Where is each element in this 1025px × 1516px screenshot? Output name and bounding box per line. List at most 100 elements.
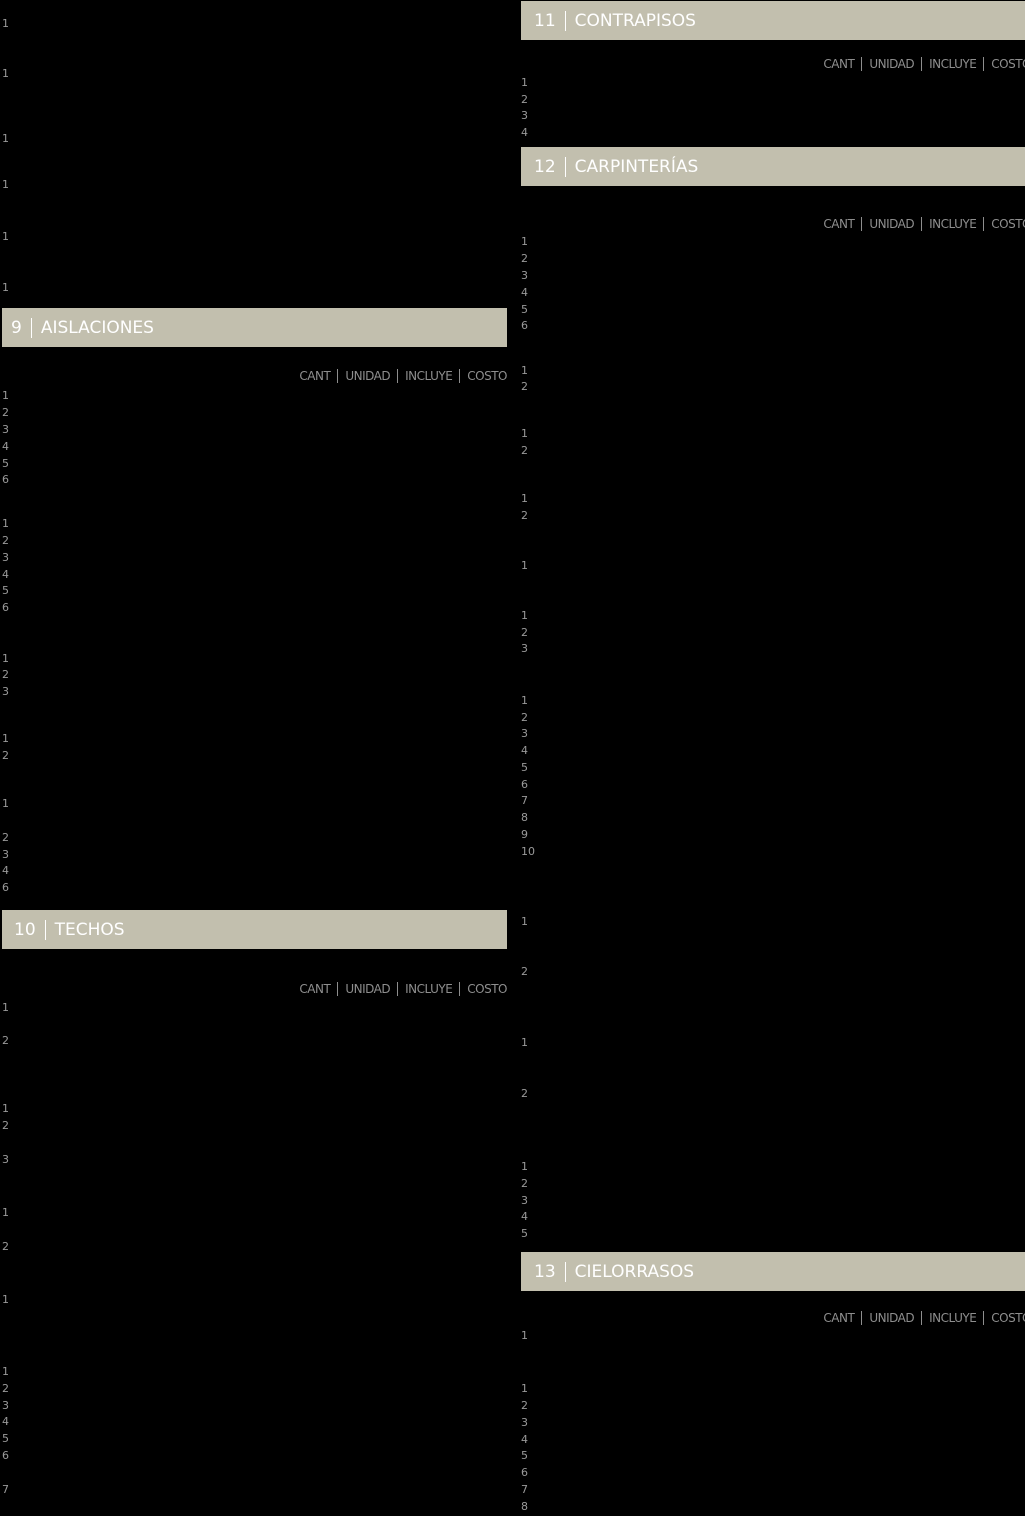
- row-number: 2: [2, 749, 9, 762]
- col-incluye: INCLUYE: [929, 217, 977, 231]
- row-number: 1: [2, 178, 9, 191]
- column-headers: CANT UNIDAD INCLUYE COSTO: [823, 215, 1025, 233]
- row-number: 6: [521, 1466, 528, 1479]
- separator: [337, 982, 339, 996]
- row-number: 1: [2, 1102, 9, 1115]
- section-header-techos: 10 TECHOS: [2, 910, 507, 949]
- row-number: 2: [521, 711, 528, 724]
- row-number: 6: [2, 601, 9, 614]
- row-number: 2: [521, 1087, 528, 1100]
- row-number: 1: [521, 609, 528, 622]
- row-number: 1: [521, 492, 528, 505]
- row-number: 1: [2, 652, 9, 665]
- row-number: 1: [2, 281, 9, 294]
- separator: [459, 982, 461, 996]
- col-costo: COSTO: [991, 217, 1025, 231]
- section-number: 10: [14, 919, 36, 940]
- col-cant: CANT: [823, 1311, 855, 1325]
- row-number: 2: [2, 831, 9, 844]
- row-number: 2: [521, 93, 528, 106]
- row-number: 4: [2, 568, 9, 581]
- col-costo: COSTO: [467, 369, 507, 383]
- separator: [564, 1261, 566, 1282]
- separator: [30, 317, 32, 338]
- separator: [44, 919, 46, 940]
- row-number: 1: [2, 132, 9, 145]
- row-number: 2: [2, 668, 9, 681]
- section-number: 12: [534, 156, 556, 177]
- row-number: 7: [2, 1483, 9, 1496]
- row-number: 4: [521, 1433, 528, 1446]
- row-number: 1: [521, 915, 528, 928]
- row-number: 1: [521, 1329, 528, 1342]
- row-number: 1: [521, 76, 528, 89]
- separator: [397, 982, 399, 996]
- row-number: 2: [521, 965, 528, 978]
- row-number: 3: [521, 109, 528, 122]
- row-number: 1: [2, 732, 9, 745]
- row-number: 6: [521, 778, 528, 791]
- column-headers: CANT UNIDAD INCLUYE COSTO: [823, 55, 1025, 73]
- section-title: CARPINTERÍAS: [574, 156, 699, 177]
- section-title: CONTRAPISOS: [574, 10, 696, 31]
- separator: [861, 1311, 863, 1325]
- col-unidad: UNIDAD: [345, 982, 391, 996]
- separator: [459, 369, 461, 383]
- separator: [983, 57, 985, 71]
- row-number: 4: [2, 864, 9, 877]
- row-number: 1: [2, 1365, 9, 1378]
- col-unidad: UNIDAD: [345, 369, 391, 383]
- section-header-cielorrasos: 13 CIELORRASOS: [521, 1252, 1025, 1291]
- col-cant: CANT: [823, 217, 855, 231]
- row-number: 2: [521, 626, 528, 639]
- row-number: 2: [2, 534, 9, 547]
- section-header-contrapisos: 11 CONTRAPISOS: [521, 1, 1025, 40]
- right-column: 11 CONTRAPISOS CANT UNIDAD INCLUYE COSTO…: [521, 0, 1025, 1516]
- col-cant: CANT: [299, 982, 331, 996]
- separator: [921, 57, 923, 71]
- row-number: 3: [2, 423, 9, 436]
- section-number: 13: [534, 1261, 556, 1282]
- row-number: 3: [521, 727, 528, 740]
- row-number: 2: [521, 380, 528, 393]
- section-title: TECHOS: [54, 919, 125, 940]
- row-number: 2: [521, 1177, 528, 1190]
- row-number: 7: [521, 1483, 528, 1496]
- separator: [564, 156, 566, 177]
- row-number: 4: [2, 1415, 9, 1428]
- row-number: 5: [521, 1227, 528, 1240]
- row-number: 1: [521, 427, 528, 440]
- row-number: 1: [2, 67, 9, 80]
- row-number: 3: [2, 685, 9, 698]
- row-number: 4: [521, 744, 528, 757]
- row-number: 2: [2, 1240, 9, 1253]
- col-incluye: INCLUYE: [929, 57, 977, 71]
- col-unidad: UNIDAD: [869, 57, 915, 71]
- row-number: 3: [521, 642, 528, 655]
- row-number: 3: [521, 269, 528, 282]
- row-number: 5: [521, 761, 528, 774]
- row-number: 3: [2, 1399, 9, 1412]
- column-headers: CANT UNIDAD INCLUYE COSTO: [299, 980, 507, 998]
- left-column: 1 1 1 1 1 1 9 AISLACIONES CANT UNIDAD INCLUYE…: [2, 0, 507, 1516]
- row-number: 6: [2, 473, 9, 486]
- row-number: 4: [521, 1210, 528, 1223]
- row-number: 1: [2, 1001, 9, 1014]
- row-number: 7: [521, 794, 528, 807]
- row-number: 2: [2, 1382, 9, 1395]
- row-number: 1: [521, 364, 528, 377]
- row-number: 1: [2, 1293, 9, 1306]
- col-unidad: UNIDAD: [869, 217, 915, 231]
- row-number: 5: [521, 1449, 528, 1462]
- row-number: 1: [521, 1382, 528, 1395]
- section-header-aislaciones: 9 AISLACIONES: [2, 308, 507, 347]
- row-number: 2: [521, 444, 528, 457]
- row-number: 1: [2, 389, 9, 402]
- col-incluye: INCLUYE: [405, 369, 453, 383]
- row-number: 8: [521, 811, 528, 824]
- row-number: 5: [2, 584, 9, 597]
- section-title: AISLACIONES: [40, 317, 154, 338]
- row-number: 1: [521, 1036, 528, 1049]
- row-number: 2: [2, 1119, 9, 1132]
- row-number: 4: [521, 126, 528, 139]
